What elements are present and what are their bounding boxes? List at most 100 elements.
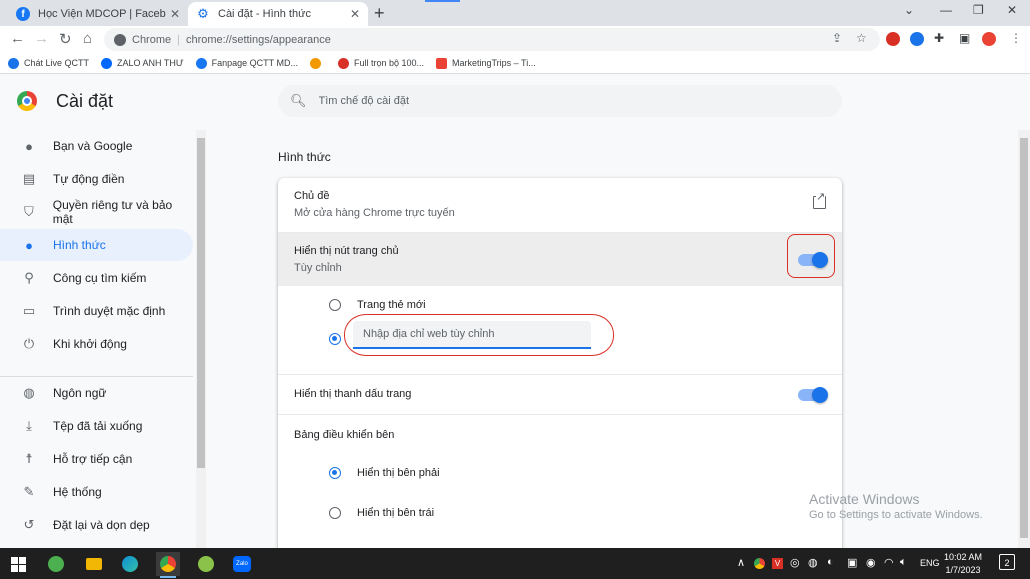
sidebar-item-downloads[interactable]: ⤓ Tệp đã tải xuống: [0, 410, 193, 442]
bookmark-star-icon[interactable]: ☆: [856, 31, 867, 45]
palette-icon: ●: [25, 237, 33, 253]
radio-show-right[interactable]: [329, 467, 341, 479]
heart-icon: [337, 57, 349, 69]
sidebar-item-label: Bạn và Google: [53, 139, 133, 153]
tray-app-icon[interactable]: ◐: [827, 556, 834, 568]
restore-icon[interactable]: ❐: [973, 3, 984, 17]
download-icon: ⤓: [26, 418, 32, 433]
tray-app-icon[interactable]: ◍: [808, 556, 818, 569]
close-icon[interactable]: ✕: [350, 7, 360, 21]
close-window-icon[interactable]: ✕: [1007, 3, 1017, 17]
home-icon[interactable]: ⌂: [83, 30, 92, 47]
tray-v-icon[interactable]: V: [772, 558, 783, 569]
globe-icon: ◍: [23, 385, 35, 400]
sidebar-item-appearance[interactable]: ● Hình thức: [0, 229, 193, 261]
sidebar-item-default-browser[interactable]: ▭ Trình duyệt mặc định: [0, 295, 193, 327]
share-icon[interactable]: ⇪: [832, 31, 842, 45]
settings-search[interactable]: 🔍︎: [278, 85, 842, 117]
theme-label: Chủ đề: [294, 190, 330, 202]
chrome-icon[interactable]: [156, 552, 180, 578]
edge-icon[interactable]: [118, 552, 142, 576]
file-explorer-icon[interactable]: [82, 552, 106, 576]
sidebar-item-autofill[interactable]: ▤ Tự động điền: [0, 163, 193, 195]
power-icon: ⏻: [23, 336, 35, 351]
person-icon: ●: [25, 138, 33, 154]
bookmark-item[interactable]: [309, 57, 326, 69]
sidebar-item-on-startup[interactable]: ⏻ Khi khởi động: [0, 328, 193, 360]
close-icon[interactable]: ✕: [170, 7, 180, 21]
profile-avatar-icon[interactable]: [982, 32, 996, 46]
page-title: Cài đặt: [56, 91, 114, 111]
app-green-icon[interactable]: [194, 552, 218, 576]
scrollbar-thumb[interactable]: [197, 138, 205, 468]
tray-chrome-icon[interactable]: [754, 558, 765, 569]
bookmark-item[interactable]: Fanpage QCTT MD...: [195, 57, 298, 69]
tab-strip-accent: [425, 0, 460, 2]
bookmark-item[interactable]: ZALO ANH THƯ: [101, 57, 184, 69]
wifi-icon[interactable]: ◠: [884, 556, 894, 569]
new-tab-button[interactable]: +: [374, 3, 385, 24]
reload-icon[interactable]: ↻: [59, 30, 72, 48]
bookmark-item[interactable]: Full trọn bộ 100...: [337, 57, 424, 69]
sidebar-item-label: Hình thức: [53, 238, 106, 252]
extension-blue-icon[interactable]: [910, 32, 924, 46]
language-indicator[interactable]: ENG: [920, 558, 940, 568]
sidebar-item-search-engine[interactable]: ⚲ Công cụ tìm kiếm: [0, 262, 193, 294]
notification-icon[interactable]: 2: [999, 554, 1015, 570]
facebook-icon: [195, 57, 207, 69]
radio-custom-url[interactable]: [329, 333, 341, 345]
zalo-icon[interactable]: Zalo: [230, 552, 254, 576]
bookmark-item[interactable]: Chát Live QCTT: [8, 57, 90, 69]
open-in-new-icon[interactable]: [813, 192, 826, 209]
more-menu-icon[interactable]: ⋮: [1010, 31, 1022, 45]
radio-show-left[interactable]: [329, 507, 341, 519]
bookmark-label: Full trọn bộ 100...: [353, 58, 424, 68]
forward-icon[interactable]: →: [34, 30, 49, 47]
accessibility-icon: ☨: [25, 451, 33, 466]
shield-icon: ⛉: [23, 204, 34, 219]
theme-row[interactable]: Chủ đề Mở cửa hàng Chrome trực tuyến: [278, 178, 842, 232]
bookmark-icon: [8, 57, 19, 69]
sidebar-item-privacy[interactable]: ⛉ Quyền riêng tư và bảo mật: [0, 196, 193, 228]
bookmarks-bar-toggle[interactable]: [798, 387, 828, 403]
bookmarks-bar-row[interactable]: Hiển thị thanh dấu trang: [278, 374, 842, 414]
bookmark-label: MarketingTrips – Ti...: [452, 58, 536, 68]
tab-facebook[interactable]: f Học Viện MDCOP | Facebook ✕: [8, 2, 188, 26]
watermark-title: Activate Windows: [809, 491, 920, 507]
clock[interactable]: 10:02 AM 1/7/2023: [944, 551, 982, 577]
tray-app-icon[interactable]: ▣: [847, 556, 857, 569]
settings-page: Cài đặt 🔍︎ ● Bạn và Google ▤ Tự động điền …: [0, 74, 1030, 548]
address-bar[interactable]: Chrome | chrome://settings/appearance: [104, 28, 880, 51]
side-panel-icon[interactable]: ▣: [959, 31, 970, 45]
tray-app-icon[interactable]: ◎: [790, 556, 800, 569]
radio-new-tab-page[interactable]: [329, 299, 341, 311]
snipping-icon[interactable]: [44, 552, 68, 576]
tab-settings[interactable]: ⚙ Cài đặt - Hình thức ✕: [188, 2, 368, 26]
sidebar-item-system[interactable]: ✎ Hệ thống: [0, 476, 193, 508]
extensions-puzzle-icon[interactable]: ✚: [934, 31, 944, 45]
sidebar-item-label: Tự động điền: [53, 172, 125, 186]
sidebar-item-reset[interactable]: ↺ Đặt lại và dọn dẹp: [0, 509, 193, 541]
back-icon[interactable]: ←: [10, 30, 25, 47]
sidebar-item-accessibility[interactable]: ☨ Hỗ trợ tiếp cận: [0, 443, 193, 475]
minimize-icon[interactable]: —: [940, 3, 952, 17]
tab-search-chevron-icon[interactable]: ⌄: [904, 3, 914, 17]
side-panel-row: Bảng điều khiển bên Hiển thị bên phải Hi…: [278, 414, 842, 548]
sidebar-item-label: Công cụ tìm kiếm: [53, 271, 147, 285]
bookmark-label: Chát Live QCTT: [24, 58, 90, 68]
tray-chevron-icon[interactable]: ∧: [737, 556, 745, 569]
home-button-row[interactable]: Hiển thị nút trang chủ Tùy chỉnh: [278, 232, 842, 286]
toggle-knob: [812, 387, 828, 403]
tray-app-icon[interactable]: ◉: [866, 556, 876, 569]
volume-icon[interactable]: 🔈︎: [900, 556, 907, 569]
section-title: Hình thức: [278, 150, 331, 164]
scrollbar-thumb[interactable]: [1020, 138, 1028, 538]
bookmark-item[interactable]: MarketingTrips – Ti...: [436, 57, 536, 69]
sidebar-item-you-and-google[interactable]: ● Bạn và Google: [0, 130, 193, 162]
sidebar-item-languages[interactable]: ◍ Ngôn ngữ: [0, 377, 193, 409]
sidebar-scrollbar[interactable]: [196, 130, 206, 548]
windows-start-icon[interactable]: [6, 552, 30, 576]
page-scrollbar[interactable]: [1018, 130, 1030, 548]
extension-red-icon[interactable]: [886, 32, 900, 46]
search-input[interactable]: [318, 95, 799, 107]
